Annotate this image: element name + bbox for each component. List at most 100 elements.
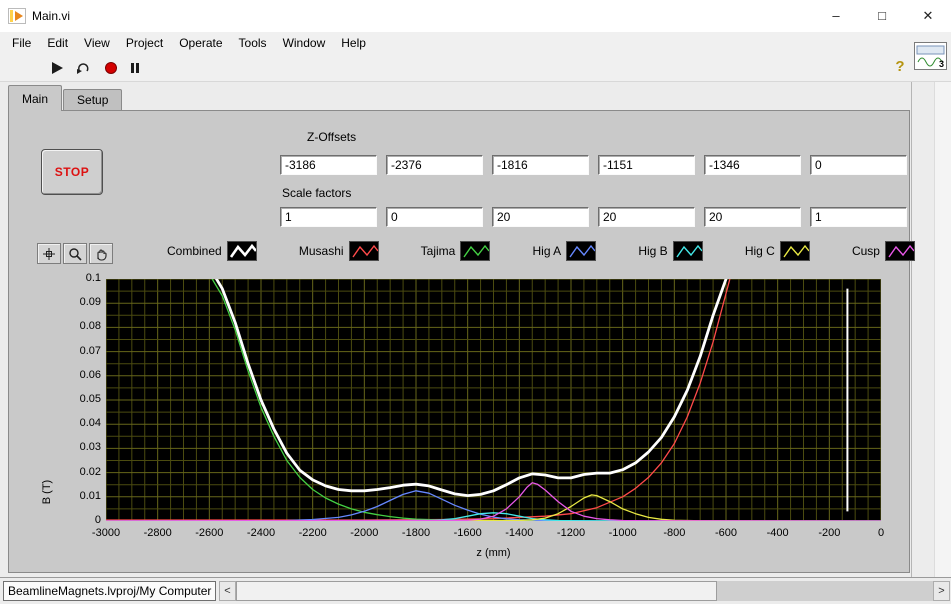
y-tick-label: 0.07 — [79, 344, 101, 357]
y-tick-label: 0.1 — [85, 272, 101, 284]
legend-label: Tajima — [420, 244, 456, 258]
menu-item-tools[interactable]: Tools — [231, 34, 275, 52]
hscroll-left-button[interactable]: < — [219, 581, 236, 601]
x-tick-label: -800 — [663, 527, 686, 539]
x-tick-label: -2400 — [246, 527, 276, 539]
legend-sample-icon — [566, 241, 597, 261]
labview-app-icon — [8, 8, 26, 29]
run-button[interactable] — [46, 58, 68, 78]
x-tick-label: -1400 — [505, 527, 534, 539]
legend-item-hig-c[interactable]: Hig C — [745, 241, 810, 261]
x-tick-label: -1600 — [453, 527, 482, 539]
z-offset-field[interactable]: -1151 — [598, 155, 695, 175]
z-offset-field[interactable]: -1816 — [492, 155, 589, 175]
y-tick-label: 0.06 — [79, 368, 101, 381]
scale-factor-field[interactable]: 20 — [598, 207, 695, 227]
scale-factor-field[interactable]: 1 — [280, 207, 377, 227]
tab-control: Main Setup — [8, 82, 123, 111]
legend-label: Cusp — [851, 244, 880, 258]
z-offset-field[interactable]: 0 — [810, 155, 907, 175]
x-tick-label: -600 — [714, 527, 738, 539]
project-context-label: BeamlineMagnets.lvproj/My Computer — [3, 581, 216, 601]
graph-palette — [37, 243, 113, 264]
scale-factor-field[interactable]: 20 — [492, 207, 589, 227]
menu-item-window[interactable]: Window — [275, 34, 334, 52]
crosshair-icon — [43, 247, 55, 260]
zoom-tool-button[interactable] — [63, 243, 87, 264]
title-bar: Main.vi – □ ✕ — [0, 0, 951, 32]
y-tick-label: 0.04 — [79, 417, 101, 430]
context-help-button[interactable]: ? — [890, 57, 910, 77]
y-tick-label: 0.05 — [79, 393, 101, 405]
maximize-button[interactable]: □ — [859, 0, 905, 32]
stop-button[interactable]: STOP — [41, 149, 103, 195]
z-offset-field[interactable]: -2376 — [386, 155, 483, 175]
legend-sample-icon — [226, 241, 257, 261]
abort-icon — [105, 62, 117, 74]
scale-factor-field[interactable]: 20 — [704, 207, 801, 227]
hscroll-right-button[interactable]: > — [933, 581, 950, 601]
x-tick-label: -2600 — [195, 527, 224, 539]
menu-item-file[interactable]: File — [4, 34, 39, 52]
scale-factor-field[interactable]: 1 — [810, 207, 907, 227]
x-tick-label: 0 — [877, 527, 885, 539]
z-offset-field[interactable]: -3186 — [280, 155, 377, 175]
toolbar: ? — [0, 54, 951, 82]
status-bar: BeamlineMagnets.lvproj/My Computer < > — [0, 577, 951, 604]
x-tick-label: -1000 — [608, 527, 637, 539]
legend-label: Hig B — [638, 244, 668, 258]
menu-item-operate[interactable]: Operate — [171, 34, 230, 52]
tab-main[interactable]: Main — [8, 85, 63, 111]
cursor-tool-button[interactable] — [37, 243, 61, 264]
legend-item-musashi[interactable]: Musashi — [299, 241, 379, 261]
tab-setup[interactable]: Setup — [63, 89, 123, 110]
x-axis-label: z (mm) — [476, 547, 511, 559]
window-title: Main.vi — [32, 9, 71, 23]
y-tick-label: 0.01 — [79, 489, 101, 502]
legend-label: Hig C — [744, 244, 775, 258]
menu-item-project[interactable]: Project — [118, 34, 171, 52]
legend-item-cusp[interactable]: Cusp — [852, 241, 915, 261]
pause-icon — [131, 63, 139, 73]
run-arrow-icon — [52, 62, 63, 74]
run-continuous-button[interactable] — [72, 58, 94, 78]
x-tick-label: -2200 — [298, 527, 327, 539]
tab-page-main: STOP Z-Offsets -3186 -2376 -1816 -1151 -1346… — [8, 110, 915, 573]
legend-item-tajima[interactable]: Tajima — [421, 241, 491, 261]
y-axis-label: B (T) — [41, 479, 54, 505]
vertical-scrollbar-track[interactable] — [934, 82, 951, 577]
menu-item-edit[interactable]: Edit — [39, 34, 76, 52]
pan-tool-button[interactable] — [89, 243, 113, 264]
scale-factors-label: Scale factors — [282, 186, 352, 200]
z-offsets-row: -3186 -2376 -1816 -1151 -1346 0 — [280, 155, 907, 175]
legend-item-hig-b[interactable]: Hig B — [638, 241, 703, 261]
legend-sample-icon — [348, 241, 379, 261]
minimize-button[interactable]: – — [813, 0, 859, 32]
z-offset-field[interactable]: -1346 — [704, 155, 801, 175]
plot-area[interactable] — [106, 279, 881, 521]
vertical-scrollbar[interactable] — [911, 82, 951, 577]
plot-legend: Combined Musashi Tajima Hig A Hig B Hig C Cusp — [167, 241, 915, 261]
legend-label: Musashi — [298, 244, 344, 258]
hand-icon — [97, 248, 107, 261]
x-tick-label: -3000 — [91, 527, 121, 539]
legend-sample-icon — [779, 241, 810, 261]
vi-connector-icon[interactable]: 3 — [914, 42, 947, 70]
legend-item-combined[interactable]: Combined — [167, 241, 257, 261]
pause-button[interactable] — [124, 58, 146, 78]
hscroll-thumb[interactable] — [236, 581, 717, 601]
legend-item-hig-a[interactable]: Hig A — [533, 241, 597, 261]
menu-item-view[interactable]: View — [76, 34, 118, 52]
scale-factors-row: 1 0 20 20 20 1 — [280, 207, 907, 227]
legend-label: Combined — [167, 244, 222, 258]
scale-factor-field[interactable]: 0 — [386, 207, 483, 227]
menu-item-help[interactable]: Help — [333, 34, 374, 52]
vi-pane-badge: 3 — [938, 59, 944, 69]
y-tick-label: 0.08 — [79, 320, 101, 333]
y-tick-label: 0.09 — [79, 296, 101, 309]
close-button[interactable]: ✕ — [905, 0, 951, 32]
legend-sample-icon — [884, 241, 915, 261]
legend-sample-icon — [460, 241, 491, 261]
legend-label: Hig A — [532, 244, 562, 258]
abort-button[interactable] — [100, 58, 122, 78]
